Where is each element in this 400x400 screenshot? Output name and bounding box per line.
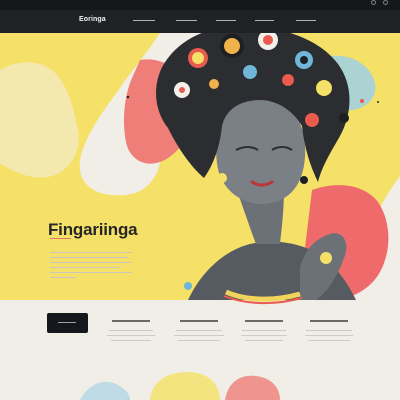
feature-2-title	[180, 320, 218, 322]
search-icon[interactable]	[371, 0, 376, 5]
nav-item-2[interactable]	[176, 19, 197, 23]
feature-4-title	[310, 320, 348, 322]
site-header: Eoringa	[0, 10, 400, 33]
title-divider	[50, 238, 71, 239]
top-icons	[371, 0, 388, 5]
feature-3	[236, 320, 292, 345]
hero-description	[50, 252, 132, 282]
nav-item-4[interactable]	[255, 19, 274, 23]
feature-3-title	[245, 320, 283, 322]
nav-item-5[interactable]	[296, 19, 316, 23]
feature-1-title	[112, 320, 150, 322]
menu-icon[interactable]	[383, 0, 388, 5]
feature-2	[171, 320, 227, 345]
cta-label	[58, 322, 76, 323]
brand-logo[interactable]: Eoringa	[79, 16, 106, 23]
cta-button[interactable]	[47, 313, 88, 333]
nav-item-1[interactable]	[133, 19, 155, 23]
feature-4	[301, 320, 357, 345]
nav-item-3[interactable]	[216, 19, 236, 23]
feature-1	[103, 320, 159, 345]
top-strip	[0, 0, 400, 10]
